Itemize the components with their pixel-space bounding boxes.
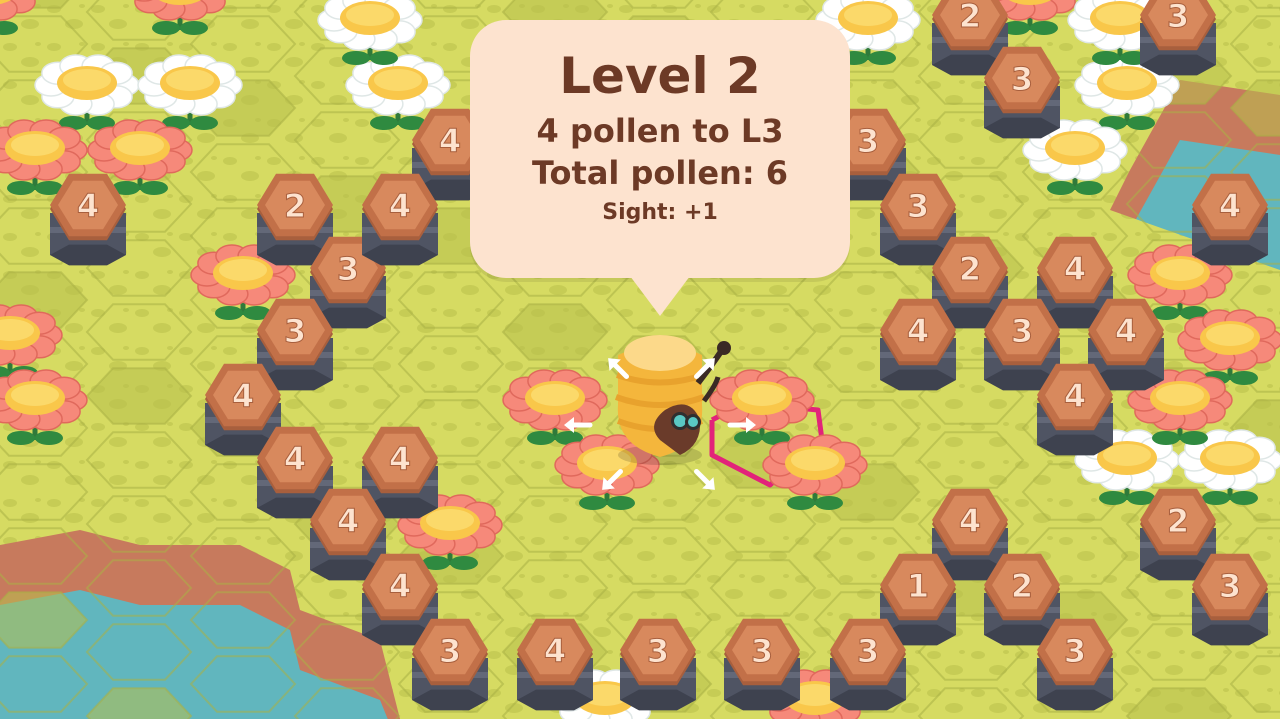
pollen-tile-number: 3	[1011, 60, 1033, 98]
pollen-tile-number: 4	[232, 377, 254, 415]
pollen-tile-number: 2	[1011, 567, 1033, 605]
pollen-tile[interactable]: 4	[880, 298, 956, 391]
pollen-tile[interactable]: 4	[50, 173, 126, 266]
pollen-tile[interactable]: 3	[830, 618, 906, 711]
pollen-tile-number: 4	[389, 567, 411, 605]
pollen-tile-number: 4	[1064, 377, 1086, 415]
pollen-tile[interactable]: 4	[1192, 173, 1268, 266]
pollen-tile-number: 2	[1167, 502, 1189, 540]
pollen-tile-number: 3	[857, 122, 879, 160]
pollen-tile-number: 4	[1064, 250, 1086, 288]
pollen-tile-number: 4	[907, 312, 929, 350]
pollen-tile[interactable]: 3	[1037, 618, 1113, 711]
pollen-tile[interactable]: 3	[1140, 0, 1216, 76]
pollen-tile[interactable]: 4	[517, 618, 593, 711]
pollen-tile-number: 4	[389, 187, 411, 225]
pollen-tile-number: 3	[337, 250, 359, 288]
pollen-tile-number: 3	[907, 187, 929, 225]
pollen-tile[interactable]: 4	[1037, 363, 1113, 456]
level-title: Level 2	[559, 47, 761, 105]
pollen-tile[interactable]: 3	[724, 618, 800, 711]
pollen-tile-number: 4	[1219, 187, 1241, 225]
pollen-tile-number: 2	[959, 0, 981, 35]
pollen-tile[interactable]: 3	[1192, 553, 1268, 646]
pollen-tile-number: 4	[1115, 312, 1137, 350]
pollen-tile-number: 3	[439, 632, 461, 670]
pollen-tile-number: 4	[337, 502, 359, 540]
pollen-tile-number: 4	[544, 632, 566, 670]
pollen-tile[interactable]: 3	[984, 46, 1060, 139]
pollen-tile-number: 3	[1167, 0, 1189, 35]
pollen-tile[interactable]: 4	[362, 173, 438, 266]
pollen-to-next-level: 4 pollen to L3	[536, 112, 784, 150]
pollen-tile-number: 2	[284, 187, 306, 225]
pollen-tile-number: 3	[1064, 632, 1086, 670]
pollen-tile-number: 4	[439, 122, 461, 160]
pollen-tile-number: 1	[907, 567, 929, 605]
pollen-tile[interactable]: 3	[412, 618, 488, 711]
pollen-tile-number: 3	[284, 312, 306, 350]
pollen-tile-number: 4	[284, 440, 306, 478]
pollen-tile-number: 3	[1011, 312, 1033, 350]
pollen-tile-number: 4	[959, 502, 981, 540]
pollen-tile-number: 2	[959, 250, 981, 288]
pollen-tile-number: 3	[1219, 567, 1241, 605]
pollen-tile[interactable]: 3	[620, 618, 696, 711]
sight-bonus: Sight: +1	[602, 200, 718, 225]
pollen-tile-number: 4	[77, 187, 99, 225]
total-pollen: Total pollen: 6	[531, 154, 789, 192]
pollen-tile-number: 3	[647, 632, 669, 670]
level-tooltip: Level 2 4 pollen to L3 Total pollen: 6 S…	[470, 20, 850, 316]
pollen-tile-number: 3	[857, 632, 879, 670]
pollen-tile-number: 4	[389, 440, 411, 478]
pollen-tile-number: 3	[751, 632, 773, 670]
